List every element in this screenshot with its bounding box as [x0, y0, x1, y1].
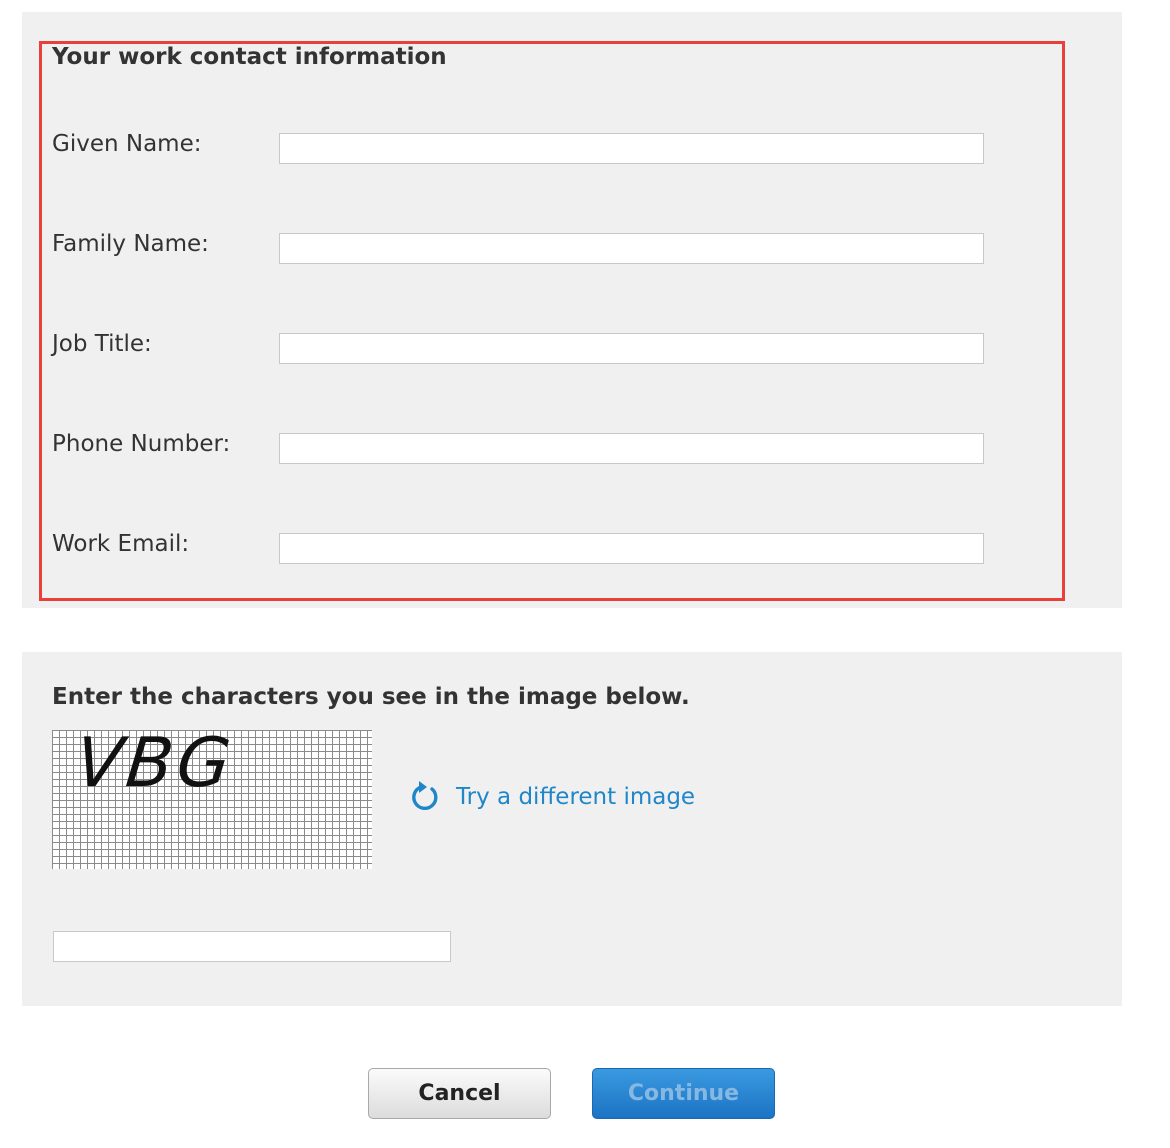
captcha-characters: VBG	[71, 730, 239, 803]
family-name-label: Family Name:	[52, 231, 209, 257]
captcha-instructions: Enter the characters you see in the imag…	[52, 684, 690, 710]
job-title-input[interactable]	[279, 333, 984, 364]
work-email-input[interactable]	[279, 533, 984, 564]
work-email-label: Work Email:	[52, 531, 190, 557]
contact-section-title: Your work contact information	[52, 44, 447, 70]
continue-button[interactable]: Continue	[592, 1068, 775, 1119]
captcha-image: VBG	[52, 730, 372, 869]
captcha-input[interactable]	[53, 931, 451, 962]
cancel-button[interactable]: Cancel	[368, 1068, 551, 1119]
try-different-image-label: Try a different image	[456, 784, 696, 810]
job-title-label: Job Title:	[52, 331, 152, 357]
family-name-input[interactable]	[279, 233, 984, 264]
phone-number-input[interactable]	[279, 433, 984, 464]
highlight-box	[39, 41, 1065, 601]
given-name-input[interactable]	[279, 133, 984, 164]
try-different-image-link[interactable]: Try a different image	[408, 780, 695, 814]
phone-number-label: Phone Number:	[52, 431, 231, 457]
given-name-label: Given Name:	[52, 131, 202, 157]
refresh-icon	[412, 781, 438, 810]
